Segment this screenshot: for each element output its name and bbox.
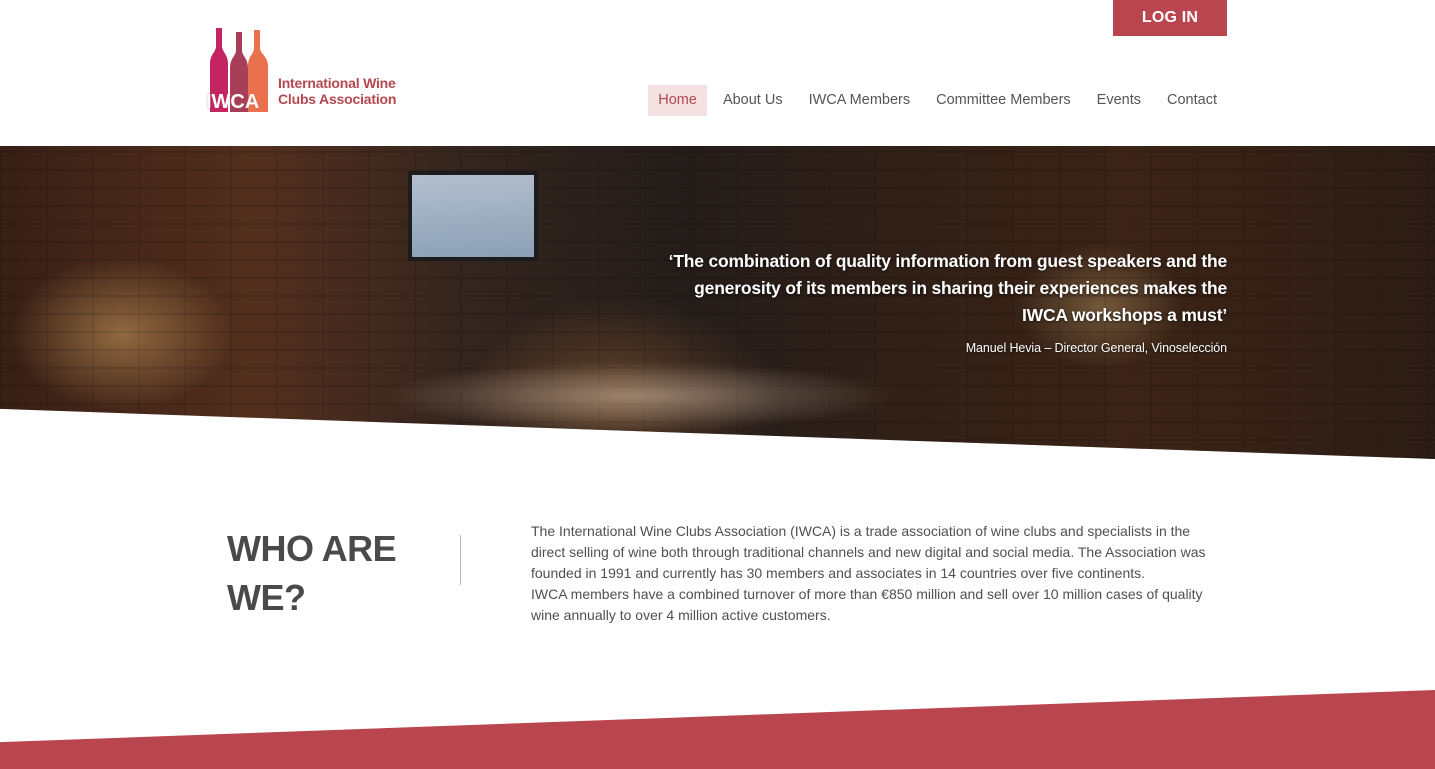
- logo-name: International Wine Clubs Association: [278, 75, 397, 107]
- login-button[interactable]: LOG IN: [1113, 0, 1227, 36]
- nav-item-home[interactable]: Home: [648, 85, 707, 116]
- nav-item-events[interactable]: Events: [1087, 85, 1151, 116]
- site-logo[interactable]: IWCA International Wine Clubs Associatio…: [206, 28, 406, 112]
- about-paragraph: The International Wine Clubs Association…: [531, 523, 1206, 581]
- logo-abbrev: IWCA: [206, 91, 260, 113]
- main-nav: Home About Us IWCA Members Committee Mem…: [648, 85, 1227, 116]
- site-header: IWCA International Wine Clubs Associatio…: [0, 0, 1435, 146]
- testimonial-quote: ‘The combination of quality information …: [668, 251, 1228, 325]
- about-body: The International Wine Clubs Association…: [531, 521, 1227, 626]
- nav-item-iwca-members[interactable]: IWCA Members: [799, 85, 921, 116]
- hero-banner: ‘The combination of quality information …: [0, 146, 1435, 459]
- testimonial-author: Manuel Hevia – Director General, Vinosel…: [965, 341, 1227, 355]
- nav-item-committee-members[interactable]: Committee Members: [926, 85, 1081, 116]
- testimonial: ‘The combination of quality information …: [667, 248, 1228, 355]
- about-paragraph: IWCA members have a combined turnover of…: [531, 586, 1203, 623]
- page: IWCA International Wine Clubs Associatio…: [0, 0, 1435, 769]
- nav-item-about-us[interactable]: About Us: [713, 85, 793, 116]
- nav-item-contact[interactable]: Contact: [1157, 85, 1227, 116]
- about-divider: [460, 535, 461, 585]
- footer-band: [0, 690, 1435, 769]
- about-title: WHO ARE WE?: [227, 528, 397, 618]
